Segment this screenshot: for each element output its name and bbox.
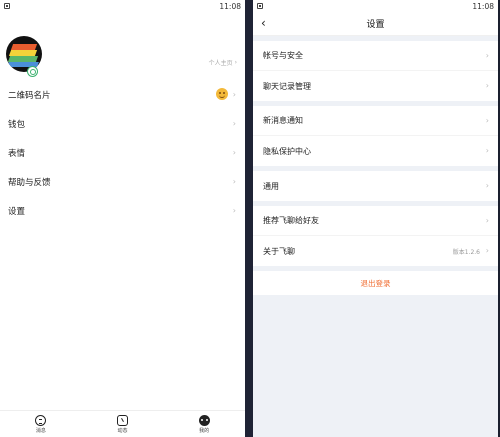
chevron-right-icon: ›	[485, 246, 489, 255]
settings-item-general[interactable]: 通用 ›	[253, 171, 498, 201]
settings-group-account: 帐号与安全 › 聊天记录管理 ›	[253, 41, 498, 101]
menu-item-help[interactable]: 帮助与反馈 ›	[0, 167, 245, 196]
menu-item-wallet[interactable]: 钱包 ›	[0, 109, 245, 138]
settings-item-label: 推荐飞聊给好友	[263, 216, 319, 225]
chevron-right-icon: ›	[485, 216, 489, 225]
status-time: 11:08	[472, 1, 494, 11]
profile-screen: 11:08 个人主页 › 二维码名片 › 钱包 › 表情 › 帮助与反馈 › 设…	[0, 0, 245, 437]
logout-button[interactable]: 退出登录	[253, 271, 498, 295]
chevron-right-icon: ›	[232, 90, 236, 99]
settings-item-label: 通用	[263, 181, 279, 191]
settings-item-recommend[interactable]: 推荐飞聊给好友 ›	[253, 206, 498, 236]
settings-item-chat-history[interactable]: 聊天记录管理 ›	[253, 71, 498, 101]
profile-header: 个人主页 ›	[0, 12, 245, 80]
settings-group-about: 推荐飞聊给好友 › 关于飞聊 版本1.2.6 ›	[253, 206, 498, 266]
settings-group-notifications: 新消息通知 › 隐私保护中心 ›	[253, 106, 498, 166]
avatar[interactable]	[6, 36, 42, 72]
menu-item-qr-card[interactable]: 二维码名片 ›	[0, 80, 245, 109]
settings-group-general: 通用 ›	[253, 171, 498, 201]
chevron-right-icon: ›	[234, 59, 237, 66]
chevron-right-icon: ›	[485, 181, 489, 190]
menu-item-label: 帮助与反馈	[8, 177, 51, 188]
tab-me[interactable]: 我的	[184, 414, 224, 434]
avatar-status-icon	[27, 66, 38, 77]
tab-moments[interactable]: 动态	[102, 414, 142, 434]
menu-item-label: 设置	[8, 206, 26, 217]
nav-bar: ‹ 设置	[253, 12, 498, 36]
settings-item-notifications[interactable]: 新消息通知 ›	[253, 106, 498, 136]
settings-item-label: 帐号与安全	[263, 51, 303, 60]
settings-item-privacy[interactable]: 隐私保护中心 ›	[253, 136, 498, 166]
chevron-right-icon: ›	[485, 146, 489, 155]
bottom-tab-bar: 消息 动态 我的	[0, 410, 245, 437]
menu-item-stickers[interactable]: 表情 ›	[0, 138, 245, 167]
screen-divider	[245, 0, 253, 437]
me-icon	[198, 414, 210, 426]
notification-icon	[4, 3, 10, 9]
settings-item-about[interactable]: 关于飞聊 版本1.2.6 ›	[253, 236, 498, 266]
menu-item-label: 表情	[8, 148, 26, 159]
chevron-right-icon: ›	[232, 148, 236, 157]
status-bar: 11:08	[0, 0, 245, 12]
chevron-right-icon: ›	[485, 51, 489, 60]
menu-item-settings[interactable]: 设置 ›	[0, 196, 245, 225]
logout-label: 退出登录	[360, 278, 391, 288]
settings-item-label: 聊天记录管理	[263, 81, 311, 91]
settings-item-label: 关于飞聊	[263, 246, 295, 256]
tab-label: 消息	[35, 427, 46, 434]
back-arrow-icon[interactable]: ‹	[261, 16, 266, 30]
chevron-right-icon: ›	[485, 81, 489, 90]
chevron-right-icon: ›	[485, 116, 489, 125]
status-bar: 11:08	[253, 0, 498, 12]
homepage-link[interactable]: 个人主页 ›	[209, 58, 237, 67]
version-label: 版本1.2.6	[452, 249, 480, 256]
settings-screen: 11:08 ‹ 设置 帐号与安全 › 聊天记录管理 › 新消息通知 › 隐私保护…	[253, 0, 498, 437]
chevron-right-icon: ›	[232, 206, 236, 215]
chevron-right-icon: ›	[232, 177, 236, 186]
moments-icon	[116, 414, 128, 426]
tab-label: 我的	[199, 427, 210, 434]
menu-item-label: 钱包	[8, 119, 26, 130]
chat-icon	[35, 414, 47, 426]
status-time: 11:08	[219, 1, 241, 11]
tab-label: 动态	[117, 427, 128, 434]
chevron-right-icon: ›	[232, 119, 236, 128]
menu-item-label: 二维码名片	[8, 90, 51, 101]
homepage-link-label: 个人主页	[208, 60, 233, 67]
tab-messages[interactable]: 消息	[21, 414, 61, 434]
page-title: 设置	[366, 20, 385, 30]
emoji-icon	[216, 88, 228, 100]
notification-icon	[257, 3, 263, 9]
settings-item-label: 隐私保护中心	[263, 146, 311, 156]
settings-item-account-security[interactable]: 帐号与安全 ›	[253, 41, 498, 71]
settings-item-label: 新消息通知	[263, 116, 303, 125]
